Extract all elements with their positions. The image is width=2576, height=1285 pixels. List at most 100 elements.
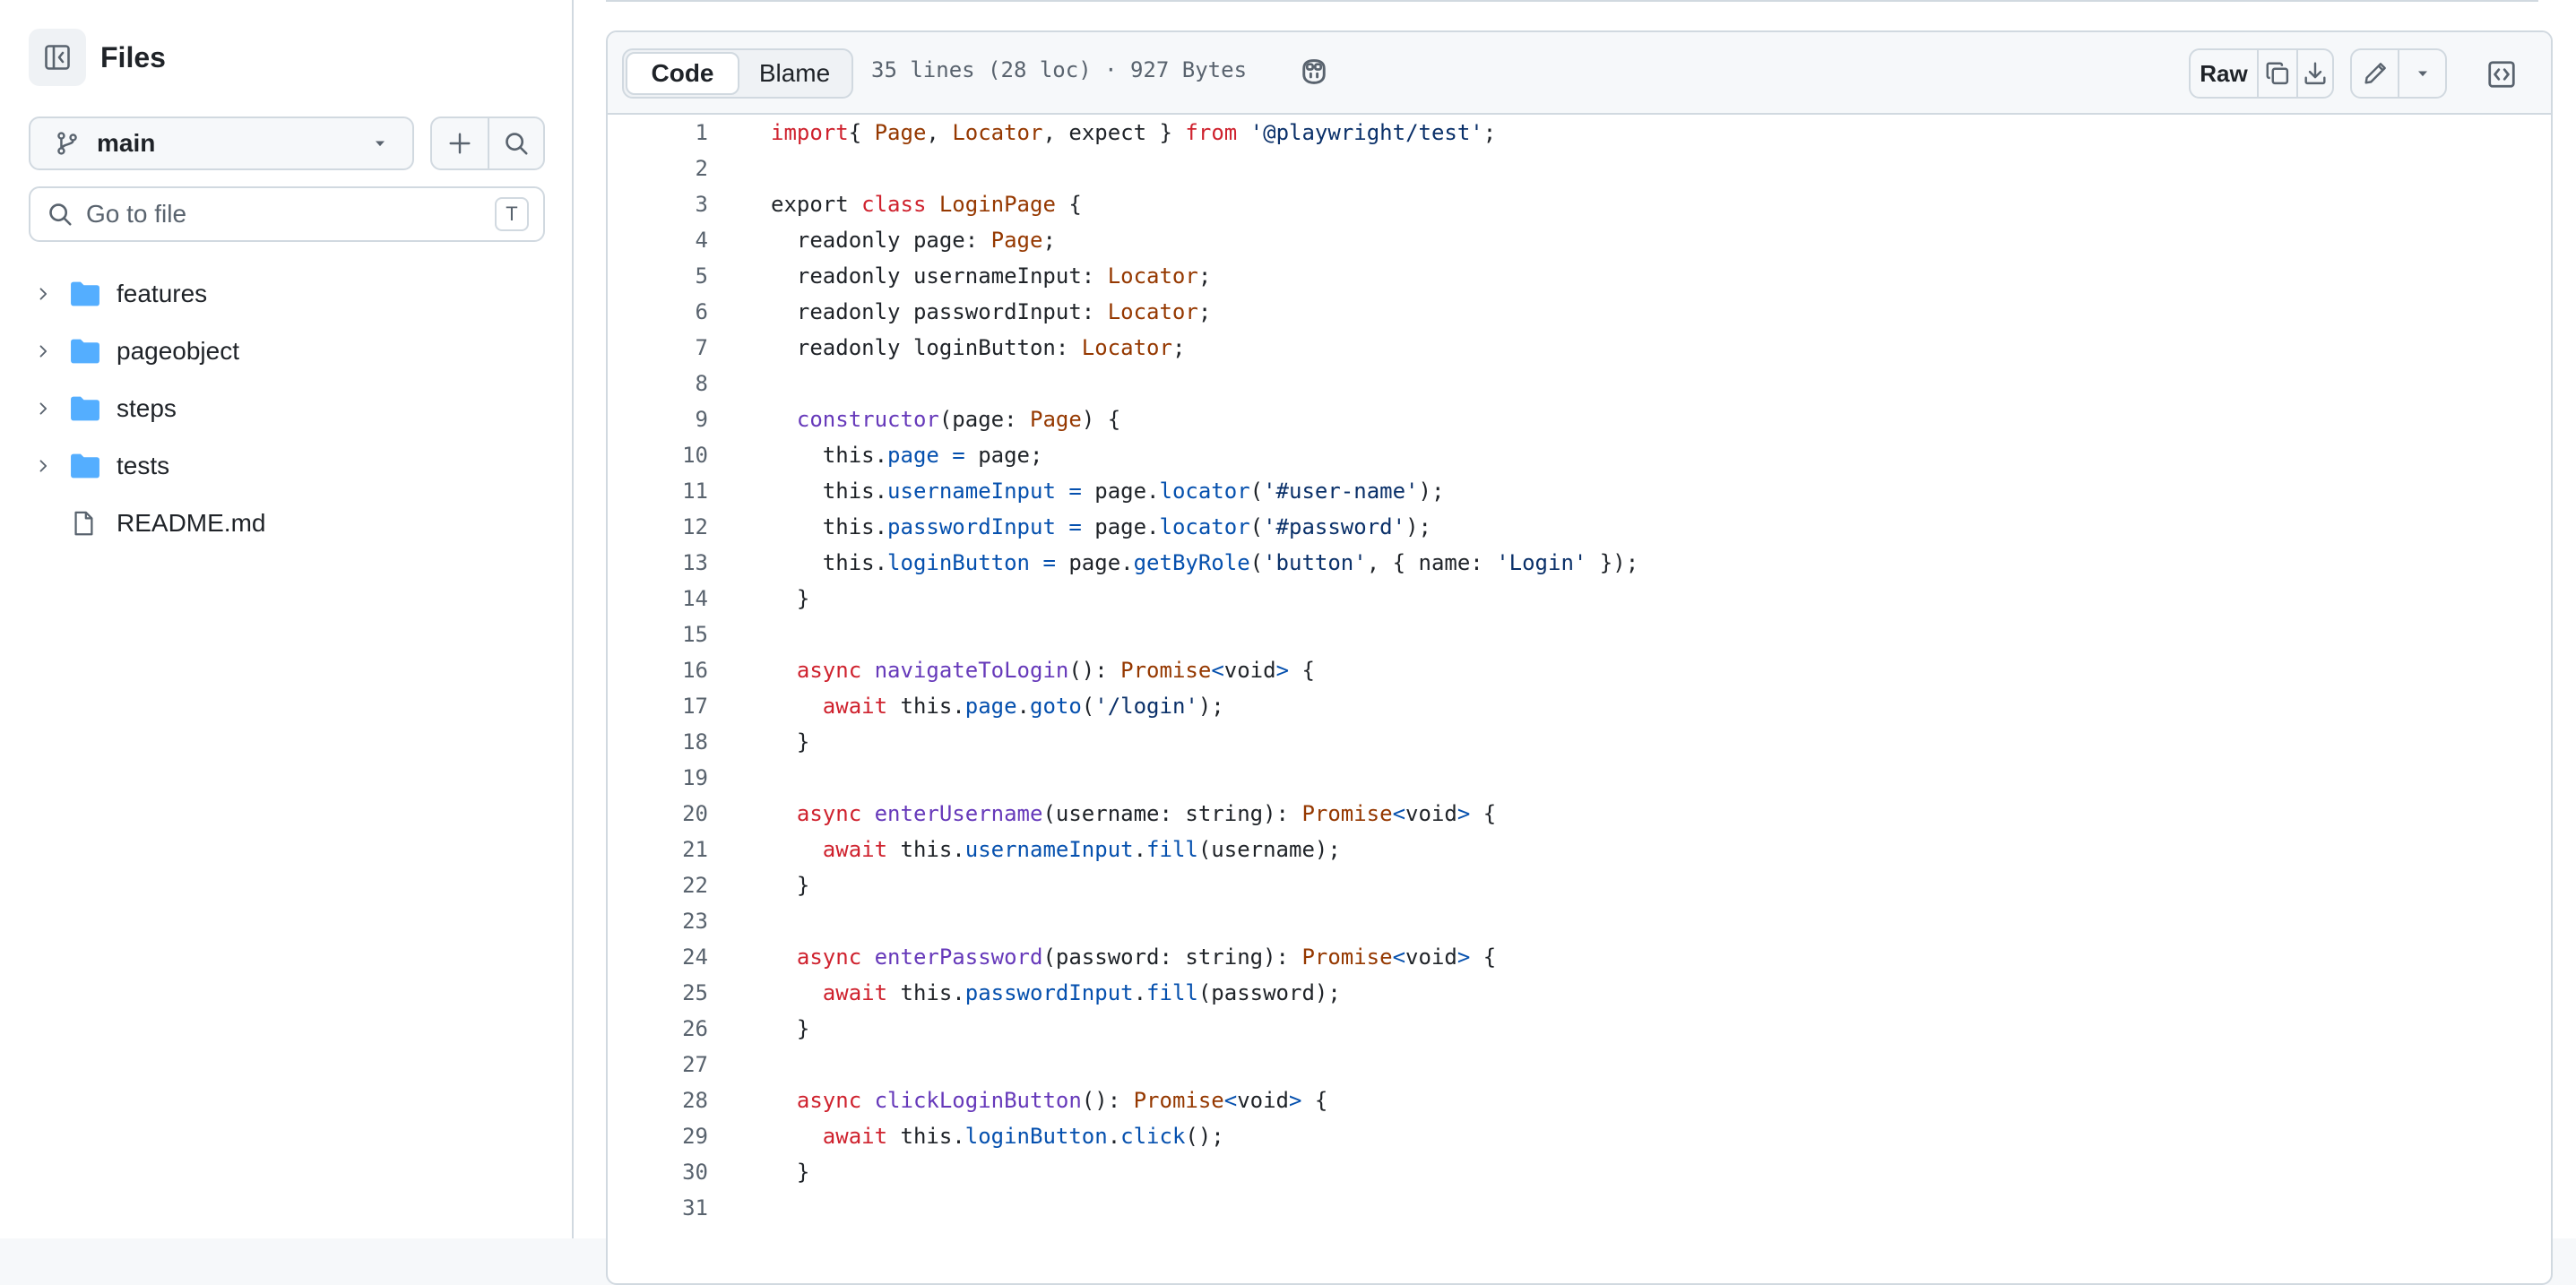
code-token: '@playwright/test' <box>1249 120 1483 145</box>
line-number[interactable]: 19 <box>608 765 708 790</box>
tree-item-readme[interactable]: README.md <box>29 495 545 552</box>
code-token: this. <box>771 550 888 575</box>
sidebar-header: Files <box>29 29 166 86</box>
line-number[interactable]: 8 <box>608 371 708 396</box>
code-token: void <box>1223 658 1276 683</box>
line-number[interactable]: 23 <box>608 909 708 934</box>
tree-item-steps[interactable]: steps <box>29 380 545 437</box>
line-number[interactable]: 25 <box>608 980 708 1005</box>
line-number[interactable]: 30 <box>608 1160 708 1185</box>
code-line: 13 this.loginButton = page.getByRole('bu… <box>608 545 2551 581</box>
line-content: readonly usernameInput: Locator; <box>771 263 1211 289</box>
download-button[interactable] <box>2296 50 2332 97</box>
line-number[interactable]: 5 <box>608 263 708 289</box>
chevron-right-icon[interactable] <box>29 400 56 418</box>
copilot-button[interactable] <box>1298 56 1330 92</box>
code-line: 25 await this.passwordInput.fill(passwor… <box>608 975 2551 1011</box>
line-number[interactable]: 14 <box>608 586 708 611</box>
code-token: readonly page: <box>771 228 991 253</box>
line-number[interactable]: 27 <box>608 1052 708 1077</box>
sidebar-title: Files <box>100 40 166 73</box>
line-number[interactable]: 21 <box>608 837 708 862</box>
app-window: Files main Go to file T features pageobj… <box>0 0 2576 1285</box>
code-line: 11 this.usernameInput = page.locator('#u… <box>608 473 2551 509</box>
tree-item-tests[interactable]: tests <box>29 437 545 495</box>
code-token: (password: string): <box>1042 944 1302 970</box>
tree-item-features[interactable]: features <box>29 265 545 323</box>
go-to-file-input[interactable]: Go to file T <box>29 186 545 242</box>
copy-raw-button[interactable] <box>2259 50 2296 97</box>
line-number[interactable]: 15 <box>608 622 708 647</box>
chevron-right-icon[interactable] <box>29 457 56 475</box>
line-number[interactable]: 28 <box>608 1088 708 1113</box>
tree-item-pageobject[interactable]: pageobject <box>29 323 545 380</box>
line-number[interactable]: 2 <box>608 156 708 181</box>
line-number[interactable]: 22 <box>608 873 708 898</box>
code-square-icon <box>2488 61 2515 88</box>
search-code-button[interactable] <box>487 118 543 168</box>
line-number[interactable]: 16 <box>608 658 708 683</box>
line-number[interactable]: 17 <box>608 694 708 719</box>
symbols-panel-button[interactable] <box>2479 52 2524 97</box>
collapse-sidebar-button[interactable] <box>29 29 86 86</box>
tab-code[interactable]: Code <box>626 52 739 95</box>
line-number[interactable]: 13 <box>608 550 708 575</box>
code-token: usernameInput <box>887 479 1056 504</box>
code-line: 7 readonly loginButton: Locator; <box>608 330 2551 366</box>
add-file-button[interactable] <box>432 118 488 168</box>
code-line: 5 readonly usernameInput: Locator; <box>608 258 2551 294</box>
line-number[interactable]: 10 <box>608 443 708 468</box>
code-token: , { name: <box>1366 550 1497 575</box>
code-token: Page <box>874 120 927 145</box>
line-number[interactable]: 26 <box>608 1016 708 1041</box>
code-viewer: Code Blame 35 lines (28 loc) · 927 Bytes… <box>606 30 2553 1285</box>
file-view: Code Blame 35 lines (28 loc) · 927 Bytes… <box>575 0 2576 1285</box>
code-line: 12 this.passwordInput = page.locator('#p… <box>608 509 2551 545</box>
line-number[interactable]: 11 <box>608 479 708 504</box>
branch-name: main <box>97 129 156 157</box>
line-number[interactable]: 7 <box>608 335 708 360</box>
line-number[interactable]: 18 <box>608 729 708 755</box>
line-number[interactable]: 12 <box>608 514 708 539</box>
code-token: Promise <box>1301 944 1393 970</box>
file-tree-sidebar: Files main Go to file T features pageobj… <box>0 0 574 1238</box>
line-number[interactable]: 6 <box>608 299 708 324</box>
line-content: export class LoginPage { <box>771 192 1082 217</box>
line-number[interactable]: 31 <box>608 1195 708 1220</box>
line-number[interactable]: 3 <box>608 192 708 217</box>
line-number[interactable]: 4 <box>608 228 708 253</box>
code-token: this. <box>887 980 965 1005</box>
line-content: constructor(page: Page) { <box>771 407 1120 432</box>
code-token: async <box>796 801 862 826</box>
tab-blame[interactable]: Blame <box>739 52 850 95</box>
raw-button[interactable]: Raw <box>2191 50 2259 97</box>
code-token: page. <box>1081 479 1160 504</box>
line-number[interactable]: 24 <box>608 944 708 970</box>
code-token: async <box>796 658 862 683</box>
branch-selector[interactable]: main <box>29 116 414 170</box>
edit-options-dropdown[interactable] <box>2398 50 2445 97</box>
code-token: { <box>1055 192 1082 217</box>
code-token: < <box>1392 801 1406 826</box>
code-token: '#user-name' <box>1263 479 1419 504</box>
tree-item-label: features <box>117 280 208 307</box>
line-number[interactable]: 29 <box>608 1124 708 1149</box>
chevron-right-icon[interactable] <box>29 285 56 303</box>
code-token: = <box>1068 479 1082 504</box>
code-token: }); <box>1586 550 1639 575</box>
edit-file-button[interactable] <box>2352 50 2398 97</box>
chevron-right-icon[interactable] <box>29 342 56 360</box>
download-icon <box>2304 62 2326 85</box>
line-number[interactable]: 20 <box>608 801 708 826</box>
code-token: usernameInput <box>964 837 1134 862</box>
code-token: . <box>1016 694 1030 719</box>
code-token: page; <box>964 443 1043 468</box>
code-line: 31 <box>608 1190 2551 1226</box>
line-content: } <box>771 873 809 898</box>
line-number[interactable]: 9 <box>608 407 708 432</box>
edit-actions-group <box>2350 48 2447 99</box>
line-number[interactable]: 1 <box>608 120 708 145</box>
code-token: Locator <box>1081 335 1172 360</box>
code-token: ( <box>1249 550 1264 575</box>
line-content: this.page = page; <box>771 443 1043 468</box>
